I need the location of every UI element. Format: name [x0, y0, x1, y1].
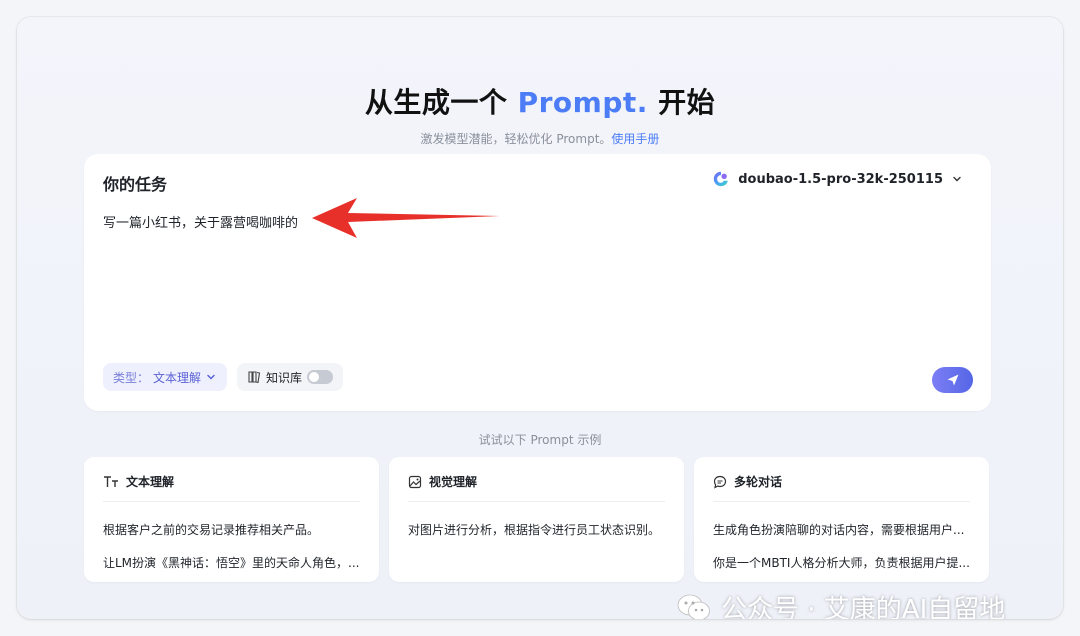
book-icon: [248, 371, 261, 384]
example-item[interactable]: 让LM扮演《黑神话：悟空》里的天命人角色，...: [103, 554, 361, 571]
type-value: 文本理解: [153, 370, 202, 385]
model-select[interactable]: doubao-1.5-pro-32k-250115: [712, 170, 963, 188]
watermark-text: 公众号 · 艾康的AI自留地: [721, 595, 1006, 619]
example-card-text-understanding[interactable]: 文本理解 根据客户之前的交易记录推荐相关产品。 让LM扮演《黑神话：悟空》里的天…: [84, 457, 379, 582]
image-icon: [408, 475, 422, 488]
doubao-logo-icon: [714, 171, 728, 187]
knowledge-toggle[interactable]: [307, 370, 334, 384]
chat-bubble-icon: [713, 475, 727, 489]
page-title-part2: 开始: [647, 86, 716, 119]
task-input[interactable]: 写一篇小红书，关于露营喝咖啡的: [103, 212, 298, 231]
example-item[interactable]: 你是一个MBTI人格分析大师，负责根据用户提...: [713, 554, 971, 571]
task-card: 你的任务 doubao-1.5-pro-32k-250115 写一篇小红书，关于…: [84, 154, 991, 411]
wechat-logo-icon: [677, 594, 710, 619]
example-card-header: 文本理解: [103, 473, 174, 490]
example-card-title: 文本理解: [126, 475, 175, 489]
type-label: 类型：: [113, 370, 150, 385]
example-card-header: 视觉理解: [408, 473, 477, 490]
example-item[interactable]: 对图片进行分析，根据指令进行员工状态识别。: [408, 521, 666, 538]
example-card-visual-understanding[interactable]: 视觉理解 对图片进行分析，根据指令进行员工状态识别。: [389, 457, 684, 582]
page-title-accent: Prompt.: [517, 86, 648, 119]
send-button[interactable]: [932, 367, 973, 393]
text-size-icon: [104, 475, 118, 487]
divider: [408, 501, 665, 502]
example-item[interactable]: 生成角色扮演陪聊的对话内容，需要根据用户...: [713, 521, 971, 538]
example-card-title: 视觉理解: [429, 475, 478, 489]
manual-link[interactable]: 使用手册: [611, 132, 659, 146]
send-icon: [947, 374, 958, 386]
page-title: 从生成一个 Prompt. 开始: [17, 81, 1063, 121]
example-card-header: 多轮对话: [713, 473, 782, 490]
knowledge-base-control: 知识库: [237, 363, 344, 391]
examples-heading: 试试以下 Prompt 示例: [478, 433, 602, 447]
divider: [713, 501, 970, 502]
task-title: 你的任务: [103, 175, 168, 194]
red-arrow-annotation: [312, 198, 500, 238]
divider: [103, 501, 360, 502]
subtitle-text: 激发模型潜能，轻松优化 Prompt。: [420, 132, 612, 146]
example-card-multi-turn-dialogue[interactable]: 多轮对话 生成角色扮演陪聊的对话内容，需要根据用户... 你是一个MBTI人格分…: [694, 457, 989, 582]
watermark: 公众号 · 艾康的AI自留地: [677, 589, 1005, 619]
knowledge-label: 知识库: [266, 370, 303, 385]
chevron-down-icon: [953, 176, 961, 182]
page-subtitle: 激发模型潜能，轻松优化 Prompt。使用手册: [17, 130, 1063, 147]
app-frame: 从生成一个 Prompt. 开始 激发模型潜能，轻松优化 Prompt。使用手册…: [17, 17, 1063, 619]
example-item[interactable]: 根据客户之前的交易记录推荐相关产品。: [103, 521, 361, 538]
page-title-part1: 从生成一个: [364, 86, 518, 119]
type-select[interactable]: 类型： 文本理解: [103, 363, 228, 391]
example-card-title: 多轮对话: [734, 475, 783, 489]
chevron-down-icon: [207, 374, 215, 380]
model-name: doubao-1.5-pro-32k-250115: [738, 171, 943, 187]
